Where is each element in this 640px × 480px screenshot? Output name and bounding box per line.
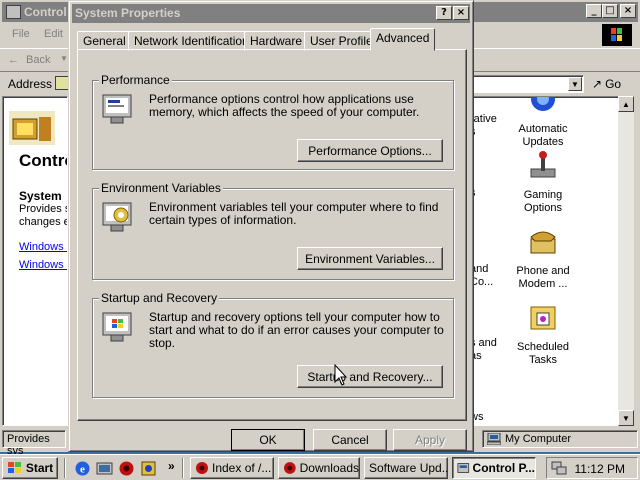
performance-group-title: Performance xyxy=(99,73,172,87)
start-button[interactable]: Start xyxy=(2,457,58,479)
partial-item-scanners[interactable]: s and as xyxy=(470,337,497,363)
ok-button[interactable]: OK xyxy=(231,429,305,451)
joystick-icon xyxy=(530,151,556,178)
task-index-of[interactable]: Index of /... xyxy=(190,457,274,479)
left-pane-description: Provides s changes e xyxy=(19,203,68,228)
tab-hardware[interactable]: Hardware xyxy=(244,31,309,51)
windows-update-link[interactable]: Windows U xyxy=(19,241,67,253)
address-folder-icon xyxy=(55,76,69,90)
control-panel-icon xyxy=(457,463,470,473)
performance-description: Performance options control how applicat… xyxy=(149,92,420,119)
environment-variables-group-title: Environment Variables xyxy=(99,181,223,195)
windows-logo-icon xyxy=(602,24,632,46)
mozilla-icon xyxy=(283,462,296,474)
address-dropdown-arrow[interactable]: ▼ xyxy=(568,77,582,91)
automatic-updates-icon xyxy=(531,97,555,111)
start-label: Start xyxy=(25,461,54,475)
performance-options-button[interactable]: Performance Options... xyxy=(297,139,443,162)
performance-monitor-icon xyxy=(102,94,132,124)
taskbar-divider-2 xyxy=(182,458,184,478)
environment-gear-icon xyxy=(102,202,132,232)
go-button[interactable]: ↗ Go xyxy=(592,75,632,93)
dialog-title: System Properties xyxy=(75,6,181,20)
menu-edit[interactable]: Edit xyxy=(44,28,63,40)
tab-advanced[interactable]: Advanced xyxy=(370,28,436,51)
web-view-pane: Contro System Provides s changes e Windo… xyxy=(2,96,68,426)
telephone-icon xyxy=(530,231,556,254)
tab-general[interactable]: General xyxy=(77,31,132,51)
task-control-panel[interactable]: Control P... xyxy=(452,457,536,479)
system-tray: 11:12 PM xyxy=(546,457,638,479)
environment-variables-group: Environment Variables Environment variab… xyxy=(92,181,454,280)
task-label: Software Upd... xyxy=(369,461,448,475)
left-pane-section-title: System xyxy=(19,189,62,203)
task-label: Control P... xyxy=(472,461,535,475)
tab-network-identification[interactable]: Network Identification xyxy=(128,31,255,51)
dialog-close-button[interactable]: × xyxy=(453,6,469,20)
automatic-updates-item[interactable]: Automatic Updates xyxy=(507,97,579,149)
startup-windows-icon xyxy=(102,312,132,342)
back-button[interactable]: Back xyxy=(26,54,50,66)
startup-and-recovery-group: Startup and Recovery Startup and recover… xyxy=(92,291,454,398)
status-description: Provides sys xyxy=(2,430,66,457)
scheduled-tasks-item[interactable]: Scheduled Tasks xyxy=(507,301,579,367)
performance-group: Performance Performance options control … xyxy=(92,73,454,170)
mozilla-icon xyxy=(196,462,208,474)
network-tray-icon[interactable] xyxy=(551,461,567,475)
tab-strip: General Network Identification Hardware … xyxy=(77,27,467,51)
maximize-button[interactable]: □ xyxy=(602,4,618,18)
cancel-button[interactable]: Cancel xyxy=(313,429,387,451)
environment-variables-description: Environment variables tell your computer… xyxy=(149,200,439,227)
mouse-cursor-icon xyxy=(334,364,348,386)
minimize-button[interactable]: _ xyxy=(586,4,602,18)
go-label: Go xyxy=(605,77,622,91)
media-icon[interactable] xyxy=(140,460,157,477)
phone-and-modem-item[interactable]: Phone and Modem ... xyxy=(507,225,579,291)
clock[interactable]: 11:12 PM xyxy=(575,462,625,476)
task-label: Index of /... xyxy=(212,461,272,475)
svg-text:e: e xyxy=(80,464,85,476)
mozilla-icon[interactable] xyxy=(118,460,135,477)
control-panel-banner-icon xyxy=(9,111,55,145)
partial-item-administrative[interactable]: ratives xyxy=(470,113,497,139)
vertical-scrollbar[interactable]: ▲ ▼ xyxy=(618,96,634,426)
my-computer-icon xyxy=(487,433,501,445)
control-panel-title: Control xyxy=(24,5,67,19)
status-zone-label: My Computer xyxy=(505,433,572,445)
task-software-update[interactable]: Software Upd... xyxy=(364,457,448,479)
taskbar-divider xyxy=(64,458,66,478)
task-downloads[interactable]: Downloads xyxy=(278,457,360,479)
help-button[interactable]: ? xyxy=(436,6,452,20)
status-zone: My Computer xyxy=(482,430,638,448)
task-label: Downloads xyxy=(299,461,359,475)
startup-and-recovery-group-title: Startup and Recovery xyxy=(99,291,220,305)
environment-variables-button[interactable]: Environment Variables... xyxy=(297,247,443,270)
system-properties-dialog: System Properties ? × General Network Id… xyxy=(68,0,474,452)
scroll-down-arrow[interactable]: ▼ xyxy=(618,410,634,426)
startup-and-recovery-button[interactable]: Startup and Recovery... xyxy=(297,365,443,388)
taskbar: Start e » Index of /... Downloads Softwa… xyxy=(0,454,640,480)
advanced-tab-panel: Performance Performance options control … xyxy=(77,49,467,421)
control-panel-items-pane: ratives s andCo... s andas ws Automatic … xyxy=(466,96,624,426)
apply-button[interactable]: Apply xyxy=(393,429,467,451)
dialog-titlebar[interactable]: System Properties ? × xyxy=(72,4,470,23)
left-pane-heading: Contro xyxy=(19,151,67,170)
scheduled-tasks-icon xyxy=(530,306,556,330)
menu-file[interactable]: File xyxy=(12,28,30,40)
scroll-up-arrow[interactable]: ▲ xyxy=(618,96,634,112)
go-arrow-icon: ↗ xyxy=(592,77,603,91)
internet-explorer-icon[interactable]: e xyxy=(74,460,91,477)
back-dropdown-icon[interactable]: ▼ xyxy=(60,54,68,63)
show-desktop-icon[interactable] xyxy=(96,460,113,477)
windows-flag-icon xyxy=(7,462,21,473)
address-label: Address xyxy=(8,77,53,91)
close-button[interactable]: × xyxy=(620,4,636,18)
back-arrow-icon: ← xyxy=(8,54,19,66)
address-field[interactable]: ▼ xyxy=(472,75,584,93)
gaming-options-item[interactable]: Gaming Options xyxy=(507,149,579,215)
control-panel-icon xyxy=(6,5,21,19)
windows-2000-link[interactable]: Windows 2 xyxy=(19,259,67,271)
startup-and-recovery-description: Startup and recovery options tell your c… xyxy=(149,310,444,350)
quick-launch-overflow[interactable]: » xyxy=(168,459,175,473)
